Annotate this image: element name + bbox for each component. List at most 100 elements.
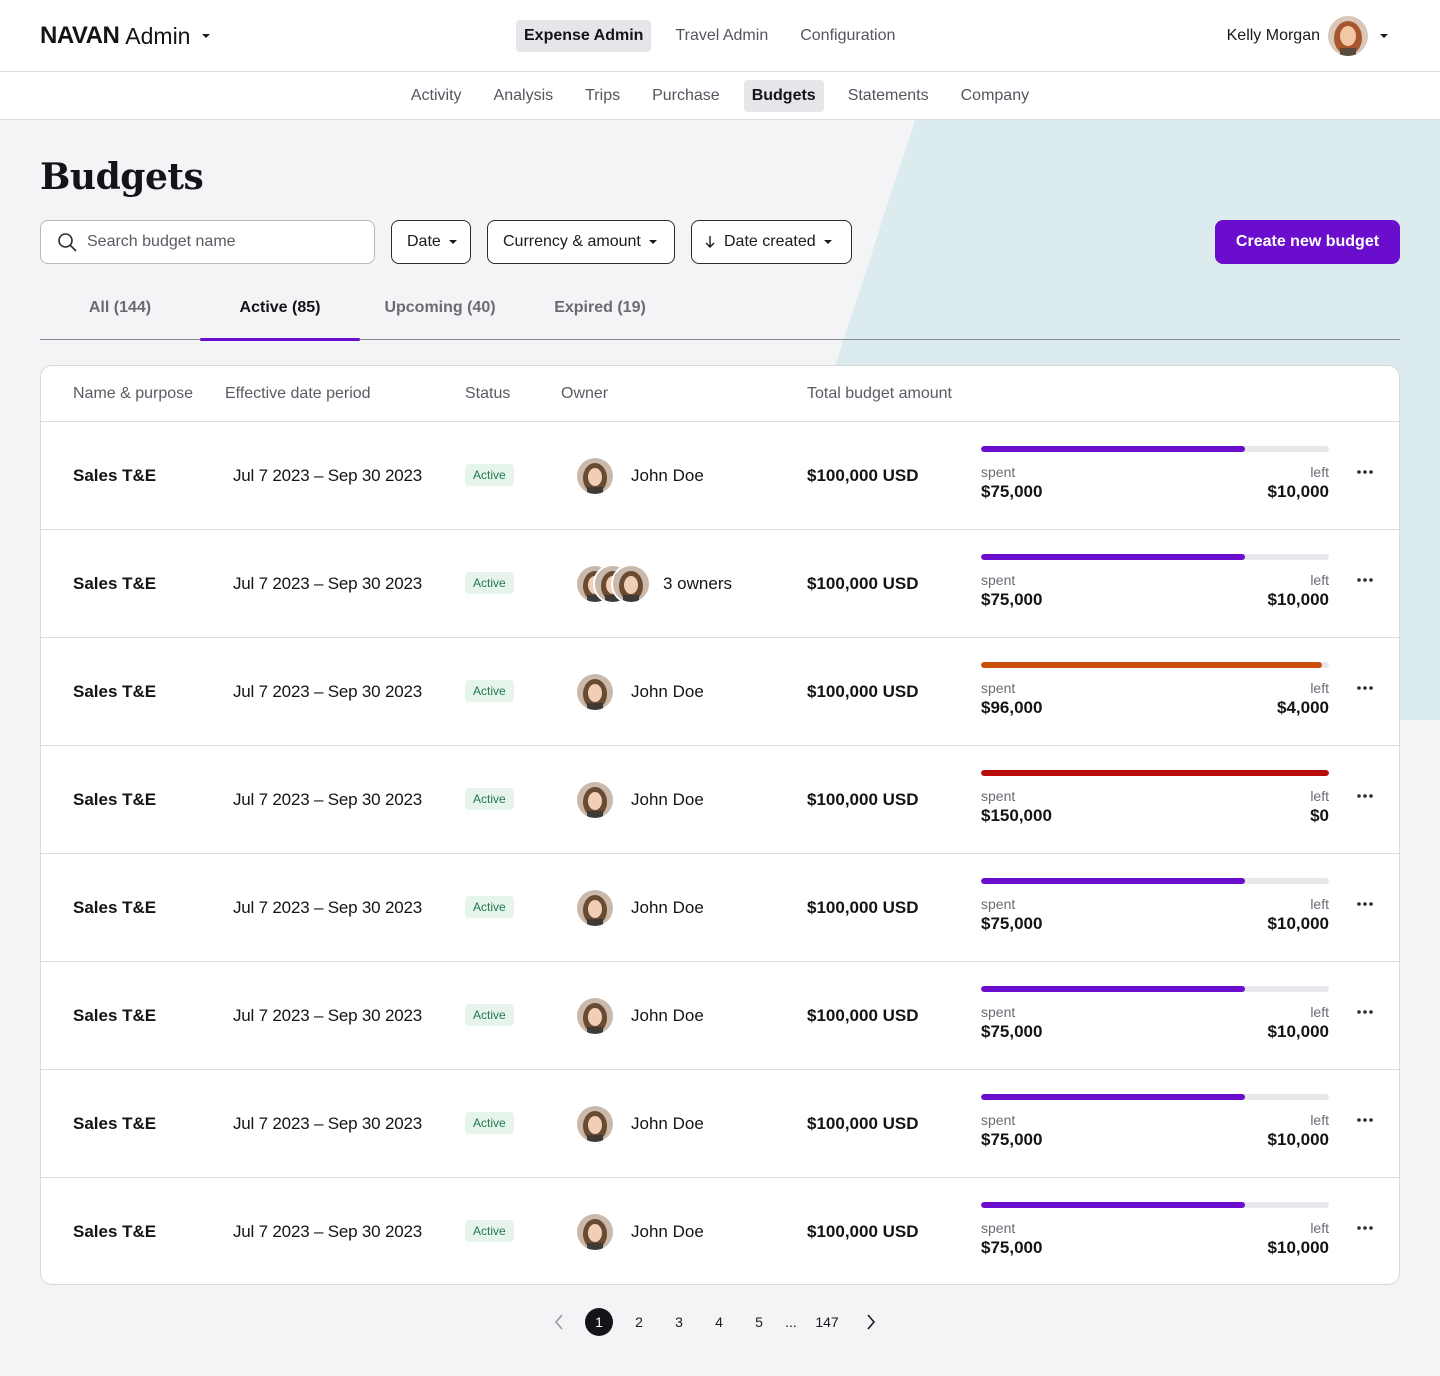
left-label: left bbox=[1310, 1004, 1329, 1020]
owner-name: John Doe bbox=[631, 682, 704, 701]
more-options-icon[interactable] bbox=[1355, 678, 1375, 698]
owner-avatar bbox=[575, 672, 615, 712]
table-row[interactable]: Sales T&E Jul 7 2023 – Sep 30 2023 Activ… bbox=[41, 854, 1399, 962]
column-header-status[interactable]: Status bbox=[465, 385, 510, 403]
total-amount: $100,000 USD bbox=[807, 790, 919, 809]
column-header-owner[interactable]: Owner bbox=[561, 385, 608, 403]
arrow-down-icon bbox=[705, 236, 715, 248]
section-nav-trips[interactable]: Trips bbox=[577, 80, 628, 112]
spent-label: spent bbox=[981, 1220, 1016, 1236]
budget-progress: spent left $75,000 $10,000 bbox=[981, 554, 1329, 610]
budget-name: Sales T&E bbox=[73, 574, 157, 593]
more-options-icon[interactable] bbox=[1355, 462, 1375, 482]
status-tabs: All (144) Active (85) Upcoming (40) Expi… bbox=[40, 288, 1400, 341]
left-value: $10,000 bbox=[1267, 482, 1329, 501]
page-1[interactable]: 1 bbox=[585, 1308, 613, 1336]
progress-track bbox=[981, 878, 1329, 884]
top-nav-configuration[interactable]: Configuration bbox=[792, 20, 903, 52]
effective-date: Jul 7 2023 – Sep 30 2023 bbox=[233, 790, 422, 809]
total-amount: $100,000 USD bbox=[807, 1222, 919, 1241]
top-nav-travel-admin[interactable]: Travel Admin bbox=[667, 20, 776, 52]
progress-fill bbox=[981, 770, 1329, 776]
table-row[interactable]: Sales T&E Jul 7 2023 – Sep 30 2023 Activ… bbox=[41, 746, 1399, 854]
next-page-button[interactable] bbox=[857, 1308, 885, 1336]
section-nav-budgets[interactable]: Budgets bbox=[743, 79, 824, 112]
tab-expired[interactable]: Expired (19) bbox=[520, 288, 680, 339]
owner-avatar bbox=[575, 996, 615, 1036]
page-last[interactable]: 147 bbox=[809, 1308, 845, 1336]
sort-label: Date created bbox=[724, 233, 816, 250]
table-row[interactable]: Sales T&E Jul 7 2023 – Sep 30 2023 Activ… bbox=[41, 530, 1399, 638]
table-body: Sales T&E Jul 7 2023 – Sep 30 2023 Activ… bbox=[41, 422, 1399, 1284]
page-4[interactable]: 4 bbox=[705, 1308, 733, 1336]
sort-dropdown[interactable]: Date created bbox=[691, 220, 852, 264]
progress-fill bbox=[981, 986, 1246, 992]
effective-date: Jul 7 2023 – Sep 30 2023 bbox=[233, 1114, 422, 1133]
chevron-down-icon bbox=[448, 240, 457, 244]
owner-avatars bbox=[575, 1104, 615, 1144]
create-budget-button[interactable]: Create new budget bbox=[1215, 220, 1400, 264]
user-menu[interactable]: Kelly Morgan bbox=[1227, 16, 1388, 56]
tab-all[interactable]: All (144) bbox=[40, 288, 200, 339]
table-row[interactable]: Sales T&E Jul 7 2023 – Sep 30 2023 Activ… bbox=[41, 422, 1399, 530]
status-badge: Active bbox=[465, 1220, 514, 1242]
pagination: 1 2 3 4 5 ... 147 bbox=[545, 1308, 897, 1336]
progress-fill bbox=[981, 878, 1246, 884]
owner-name: John Doe bbox=[631, 466, 704, 485]
more-options-icon[interactable] bbox=[1355, 1002, 1375, 1022]
budgets-table: Name & purpose Effective date period Sta… bbox=[40, 365, 1400, 1285]
left-value: $10,000 bbox=[1267, 590, 1329, 609]
left-label: left bbox=[1310, 572, 1329, 588]
app-switcher[interactable]: NAVAN Admin bbox=[40, 22, 211, 50]
section-nav-activity[interactable]: Activity bbox=[403, 80, 470, 112]
owner-name: John Doe bbox=[631, 898, 704, 917]
spent-label: spent bbox=[981, 896, 1016, 912]
spent-value: $75,000 bbox=[981, 482, 1043, 501]
column-header-amount[interactable]: Total budget amount bbox=[807, 385, 952, 403]
section-nav-analysis[interactable]: Analysis bbox=[486, 80, 562, 112]
more-options-icon[interactable] bbox=[1355, 1218, 1375, 1238]
section-nav-statements[interactable]: Statements bbox=[840, 80, 937, 112]
left-value: $10,000 bbox=[1267, 1022, 1329, 1041]
owner: John Doe bbox=[575, 996, 704, 1036]
page-2[interactable]: 2 bbox=[625, 1308, 653, 1336]
column-header-name[interactable]: Name & purpose bbox=[73, 385, 193, 403]
progress-track bbox=[981, 1094, 1329, 1100]
owner-avatars bbox=[575, 780, 615, 820]
total-amount: $100,000 USD bbox=[807, 682, 919, 701]
owner-name: John Doe bbox=[631, 1114, 704, 1133]
section-nav-company[interactable]: Company bbox=[953, 80, 1037, 112]
table-row[interactable]: Sales T&E Jul 7 2023 – Sep 30 2023 Activ… bbox=[41, 1178, 1399, 1284]
more-options-icon[interactable] bbox=[1355, 1110, 1375, 1130]
owner-avatars bbox=[575, 888, 615, 928]
more-options-icon[interactable] bbox=[1355, 894, 1375, 914]
left-value: $10,000 bbox=[1267, 1238, 1329, 1257]
table-row[interactable]: Sales T&E Jul 7 2023 – Sep 30 2023 Activ… bbox=[41, 1070, 1399, 1178]
status-badge: Active bbox=[465, 788, 514, 810]
spent-label: spent bbox=[981, 680, 1016, 696]
previous-page-button[interactable] bbox=[545, 1308, 573, 1336]
section-nav-purchase[interactable]: Purchase bbox=[644, 80, 728, 112]
table-row[interactable]: Sales T&E Jul 7 2023 – Sep 30 2023 Activ… bbox=[41, 638, 1399, 746]
more-options-icon[interactable] bbox=[1355, 570, 1375, 590]
date-filter[interactable]: Date bbox=[391, 220, 471, 264]
tab-upcoming[interactable]: Upcoming (40) bbox=[360, 288, 520, 339]
tab-active[interactable]: Active (85) bbox=[200, 288, 360, 341]
top-nav-expense-admin[interactable]: Expense Admin bbox=[516, 20, 652, 52]
page-5[interactable]: 5 bbox=[745, 1308, 773, 1336]
owner-name: John Doe bbox=[631, 790, 704, 809]
table-row[interactable]: Sales T&E Jul 7 2023 – Sep 30 2023 Activ… bbox=[41, 962, 1399, 1070]
search-input[interactable] bbox=[87, 233, 347, 251]
chevron-left-icon bbox=[554, 1314, 563, 1330]
column-header-date[interactable]: Effective date period bbox=[225, 385, 371, 403]
search-box bbox=[40, 220, 375, 264]
navan-logo: NAVAN bbox=[40, 22, 120, 49]
progress-track bbox=[981, 446, 1329, 452]
more-options-icon[interactable] bbox=[1355, 786, 1375, 806]
page-3[interactable]: 3 bbox=[665, 1308, 693, 1336]
effective-date: Jul 7 2023 – Sep 30 2023 bbox=[233, 898, 422, 917]
owner: 3 owners bbox=[575, 564, 732, 604]
currency-amount-filter[interactable]: Currency & amount bbox=[487, 220, 675, 264]
status-badge: Active bbox=[465, 1112, 514, 1134]
chevron-down-icon bbox=[1380, 34, 1388, 38]
